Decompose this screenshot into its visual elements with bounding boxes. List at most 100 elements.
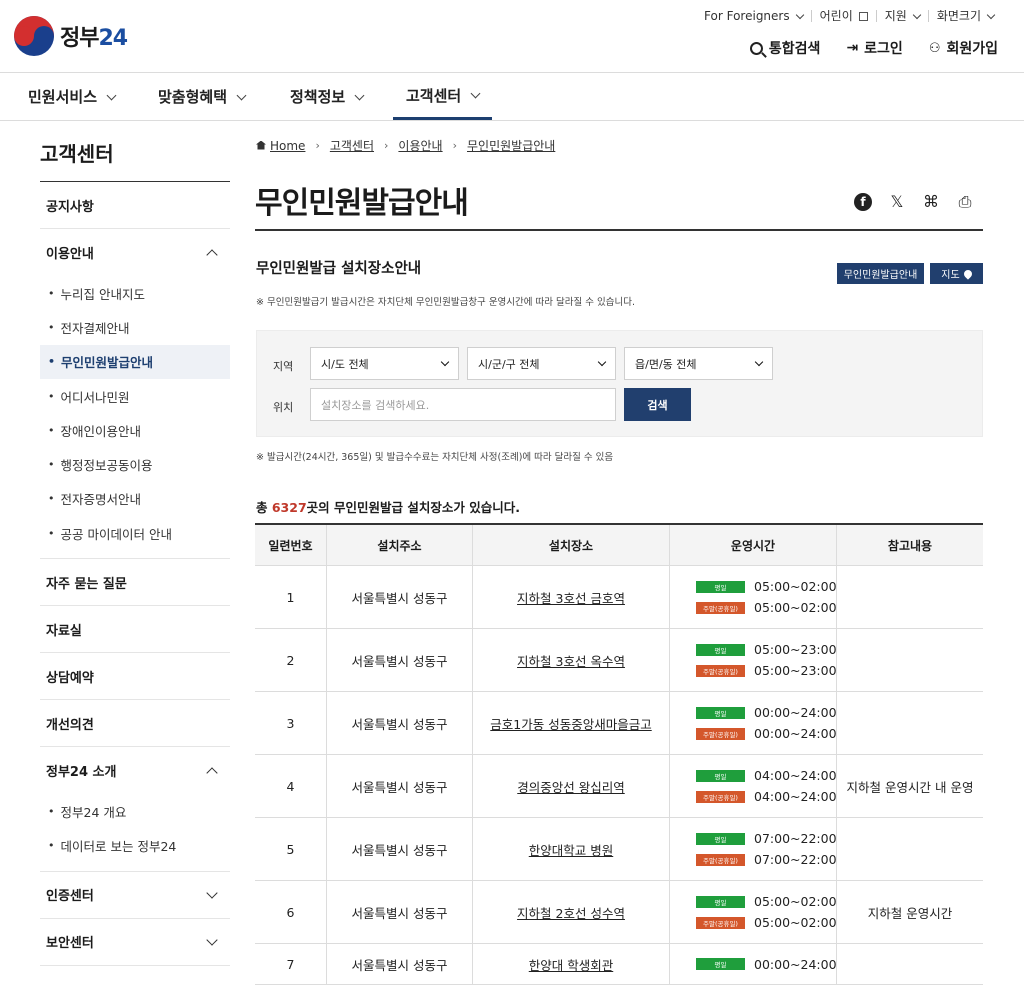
cell-place-link[interactable]: 지하철 3호선 금호역	[473, 566, 670, 628]
col-header-note: 참고내용	[837, 525, 983, 565]
weekday-hours: 평일 00:00~24:00	[696, 957, 837, 972]
support-menu[interactable]: 지원	[875, 10, 928, 22]
external-link-icon	[858, 11, 868, 21]
signup-button[interactable]: ⚇ 회원가입	[929, 38, 998, 58]
gnb-civil-service[interactable]: 민원서비스	[28, 73, 117, 120]
login-button[interactable]: ⇥ 로그인	[846, 38, 902, 58]
cell-note: 지하철 운영시간	[867, 905, 953, 921]
submenu-admin-info-sharing[interactable]: 행정정보공동이용	[40, 447, 230, 481]
chevron-down-icon	[986, 10, 996, 19]
col-header-no: 일련번호	[255, 525, 327, 565]
breadcrumb-home[interactable]: Home	[256, 139, 305, 153]
holiday-hours: 주말(공휴일) 05:00~02:00	[696, 600, 837, 615]
holiday-badge: 주말(공휴일)	[696, 853, 745, 866]
sidebar-item-auth-center[interactable]: 인증센터	[40, 872, 230, 919]
sidebar-item-security-center[interactable]: 보안센터	[40, 919, 230, 966]
for-foreigners-link[interactable]: For Foreigners	[696, 10, 811, 22]
cell-address: 서울특별시 성동구	[327, 881, 473, 943]
col-header-hours: 운영시간	[670, 525, 837, 565]
kiosk-location-table: 일련번호 설치주소 설치장소 운영시간 참고내용 1 서울특별시 성동구 지하철 3…	[255, 523, 983, 985]
header-actions: 통합검색 ⇥ 로그인 ⚇ 회원가입	[749, 38, 998, 58]
submenu-anywhere-civil[interactable]: 어디서나민원	[40, 379, 230, 413]
about-submenu: 정부24 개요 데이터로 보는 정부24	[40, 794, 230, 872]
gnb-policy-info[interactable]: 정책정보	[290, 73, 365, 120]
submenu-disability-guide[interactable]: 장애인이용안내	[40, 413, 230, 447]
chevron-down-icon	[354, 90, 365, 100]
global-navigation: 민원서비스 맞춤형혜택 정책정보 고객센터	[0, 73, 1024, 121]
cell-place-link[interactable]: 경의중앙선 왕십리역	[473, 755, 670, 817]
chevron-down-icon	[206, 887, 218, 899]
submenu-overview[interactable]: 정부24 개요	[40, 794, 230, 828]
kids-link[interactable]: 어린이	[810, 10, 876, 22]
sigungu-select[interactable]: 시/군/구 전체	[467, 347, 616, 380]
link-clip-icon[interactable]: ⌘	[922, 193, 940, 211]
sidebar-item-faq[interactable]: 자주 묻는 질문	[40, 559, 230, 607]
map-button[interactable]: 지도	[930, 263, 983, 284]
location-label: 위치	[273, 401, 294, 414]
cell-hours: 평일 04:00~24:00 주말(공휴일) 04:00~24:00	[670, 755, 837, 817]
submenu-e-certificate[interactable]: 전자증명서안내	[40, 482, 230, 516]
facebook-icon[interactable]: f	[854, 193, 872, 211]
sidebar-item-about[interactable]: 정부24 소개	[40, 747, 230, 794]
site-logo[interactable]: 정부24	[14, 16, 128, 56]
font-size-menu[interactable]: 화면크기	[927, 10, 1002, 22]
submenu-data-view[interactable]: 데이터로 보는 정부24	[40, 829, 230, 863]
holiday-badge: 주말(공휴일)	[696, 916, 745, 929]
region-label: 지역	[273, 360, 294, 373]
cell-place-link[interactable]: 한양대학교 병원	[473, 818, 670, 880]
gnb-custom-benefits[interactable]: 맞춤형혜택	[158, 73, 247, 120]
chevron-down-icon	[470, 88, 481, 99]
print-icon[interactable]: ⎙	[956, 193, 974, 211]
weekday-hours: 평일 04:00~24:00	[696, 768, 837, 783]
sidebar-item-archive[interactable]: 자료실	[40, 606, 230, 654]
integrated-search-button[interactable]: 통합검색	[749, 38, 820, 58]
table-row: 3 서울특별시 성동구 금호1가동 성동중앙새마을금고 평일 00:00~24:00 주말…	[255, 692, 983, 755]
weekday-hours: 평일 00:00~24:00	[696, 705, 837, 720]
eupmyeondong-select[interactable]: 읍/면/동 전체	[624, 347, 773, 380]
cell-no: 5	[255, 818, 327, 880]
search-icon	[749, 41, 763, 55]
table-row: 2 서울특별시 성동구 지하철 3호선 옥수역 평일 05:00~23:00 주말(공휴일…	[255, 629, 983, 692]
page-title: 무인민원발급안내	[255, 186, 469, 221]
holiday-badge: 주말(공휴일)	[696, 790, 745, 803]
weekday-badge: 평일	[696, 832, 745, 845]
breadcrumb-customer-center[interactable]: 고객센터	[330, 137, 374, 154]
cell-hours: 평일 05:00~23:00 주말(공휴일) 05:00~23:00	[670, 629, 837, 691]
sidebar-item-feedback[interactable]: 개선의견	[40, 700, 230, 748]
submenu-public-mydata[interactable]: 공공 마이데이터 안내	[40, 516, 230, 550]
cell-place-link[interactable]: 지하철 2호선 성수역	[473, 881, 670, 943]
cell-no: 4	[255, 755, 327, 817]
cell-address: 서울특별시 성동구	[327, 566, 473, 628]
weekday-badge: 평일	[696, 769, 745, 782]
cell-place-link[interactable]: 금호1가동 성동중앙새마을금고	[473, 692, 670, 754]
chevron-down-icon	[795, 10, 804, 19]
chevron-down-icon	[912, 10, 922, 19]
x-twitter-icon[interactable]: 𝕏	[888, 193, 906, 211]
cell-no: 3	[255, 692, 327, 754]
site-header: 정부24 For Foreigners 어린이 지원 화면크기 통합검색 ⇥ 로그…	[0, 0, 1024, 73]
breadcrumb-separator-icon: ›	[384, 139, 389, 152]
share-toolbar: f 𝕏 ⌘ ⎙	[854, 193, 974, 211]
submenu-e-payment[interactable]: 전자결제안내	[40, 310, 230, 344]
holiday-hours: 주말(공휴일) 00:00~24:00	[696, 726, 837, 741]
sidebar-item-usage-guide[interactable]: 이용안내	[40, 229, 230, 276]
chevron-down-icon	[106, 90, 117, 100]
cell-no: 7	[255, 944, 327, 984]
submenu-unmanned-issuance[interactable]: 무인민원발급안내	[40, 344, 230, 379]
location-search-input[interactable]: 설치장소를 검색하세요.	[310, 388, 616, 421]
search-button[interactable]: 검색	[624, 388, 691, 421]
gnb-customer-center[interactable]: 고객센터	[393, 73, 493, 120]
breadcrumb-usage-guide[interactable]: 이용안내	[398, 137, 442, 154]
cell-place-link[interactable]: 한양대 학생회관	[473, 944, 670, 984]
sidebar-item-consult-booking[interactable]: 상담예약	[40, 653, 230, 701]
breadcrumb-separator-icon: ›	[315, 139, 320, 152]
holiday-hours: 주말(공휴일) 05:00~02:00	[696, 915, 837, 930]
holiday-hours: 주말(공휴일) 04:00~24:00	[696, 789, 837, 804]
sido-select[interactable]: 시/도 전체	[310, 347, 459, 380]
submenu-site-map[interactable]: 누리집 안내지도	[40, 276, 230, 310]
cell-place-link[interactable]: 지하철 3호선 옥수역	[473, 629, 670, 691]
cell-no: 6	[255, 881, 327, 943]
sidebar-item-notice[interactable]: 공지사항	[40, 182, 230, 229]
issuance-guide-button[interactable]: 무인민원발급안내	[837, 263, 924, 284]
breadcrumb-current[interactable]: 무인민원발급안내	[467, 137, 555, 154]
